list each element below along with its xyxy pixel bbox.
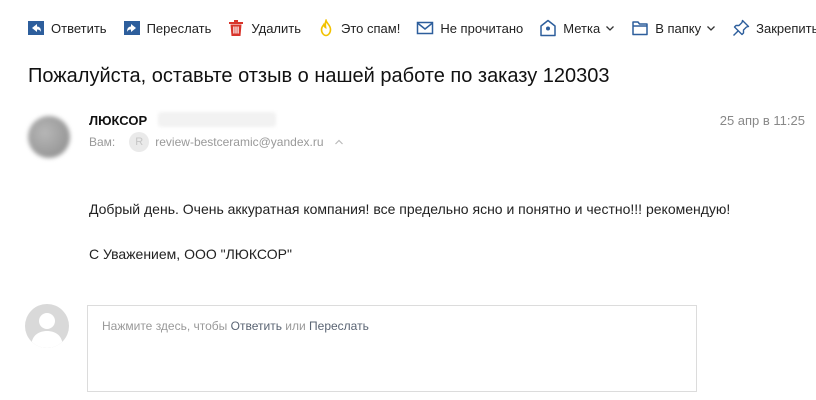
forward-icon bbox=[123, 21, 140, 35]
quick-reply-or: или bbox=[281, 319, 310, 333]
recipient-label: Вам: bbox=[89, 135, 116, 149]
sender-email-redacted bbox=[158, 112, 276, 127]
sender-name[interactable]: ЛЮКСОР bbox=[89, 113, 147, 128]
recipient-email[interactable]: review-bestceramic@yandex.ru bbox=[155, 135, 323, 149]
recipient-row: Вам: R review-bestceramic@yandex.ru bbox=[89, 132, 344, 152]
envelope-icon bbox=[417, 21, 434, 35]
chevron-down-icon bbox=[606, 26, 615, 31]
spam-label: Это спам! bbox=[341, 20, 401, 36]
folder-label: В папку bbox=[655, 20, 702, 36]
tag-icon bbox=[540, 19, 557, 37]
trash-icon bbox=[229, 20, 244, 36]
message-body: Добрый день. Очень аккуратная компания! … bbox=[89, 201, 731, 217]
chevron-down-icon bbox=[707, 26, 716, 31]
sender-avatar bbox=[28, 116, 70, 158]
message-date: 25 апр в 11:25 bbox=[719, 113, 805, 128]
chevron-up-icon[interactable] bbox=[334, 137, 344, 147]
reply-button[interactable]: Ответить bbox=[22, 13, 112, 43]
folder-icon bbox=[632, 21, 648, 36]
delete-button[interactable]: Удалить bbox=[222, 13, 306, 43]
user-avatar bbox=[25, 304, 69, 348]
reply-icon bbox=[28, 21, 44, 35]
message-toolbar: Ответить Переслать Удалить Это спам! Не … bbox=[0, 0, 816, 56]
quick-reply-prefix: Нажмите здесь, чтобы bbox=[102, 319, 231, 333]
unread-label: Не прочитано bbox=[440, 20, 524, 36]
label-label: Метка bbox=[563, 20, 601, 36]
quick-reply-hint: Нажмите здесь, чтобы Ответить или Пересл… bbox=[102, 319, 369, 333]
message-subject: Пожалуйста, оставьте отзыв о нашей работ… bbox=[28, 65, 610, 87]
pin-label: Закрепить bbox=[756, 20, 816, 36]
mark-unread-button[interactable]: Не прочитано bbox=[411, 13, 528, 43]
pin-button[interactable]: Закрепить bbox=[727, 13, 816, 43]
pin-icon bbox=[733, 19, 750, 36]
quick-forward-link[interactable]: Переслать bbox=[309, 319, 369, 333]
fire-icon bbox=[320, 19, 332, 37]
delete-label: Удалить bbox=[251, 20, 302, 36]
move-to-folder-button[interactable]: В папку bbox=[626, 13, 721, 43]
forward-label: Переслать bbox=[146, 20, 212, 36]
quick-reply-link[interactable]: Ответить bbox=[231, 319, 282, 333]
label-button[interactable]: Метка bbox=[534, 13, 620, 43]
spam-button[interactable]: Это спам! bbox=[312, 13, 405, 43]
quick-reply-box[interactable]: Нажмите здесь, чтобы Ответить или Пересл… bbox=[87, 305, 697, 392]
message-signature: С Уважением, ООО "ЛЮКСОР" bbox=[89, 246, 292, 262]
forward-button[interactable]: Переслать bbox=[118, 13, 217, 43]
user-silhouette-icon bbox=[31, 313, 63, 348]
recipient-avatar: R bbox=[129, 132, 150, 152]
reply-label: Ответить bbox=[51, 20, 107, 36]
